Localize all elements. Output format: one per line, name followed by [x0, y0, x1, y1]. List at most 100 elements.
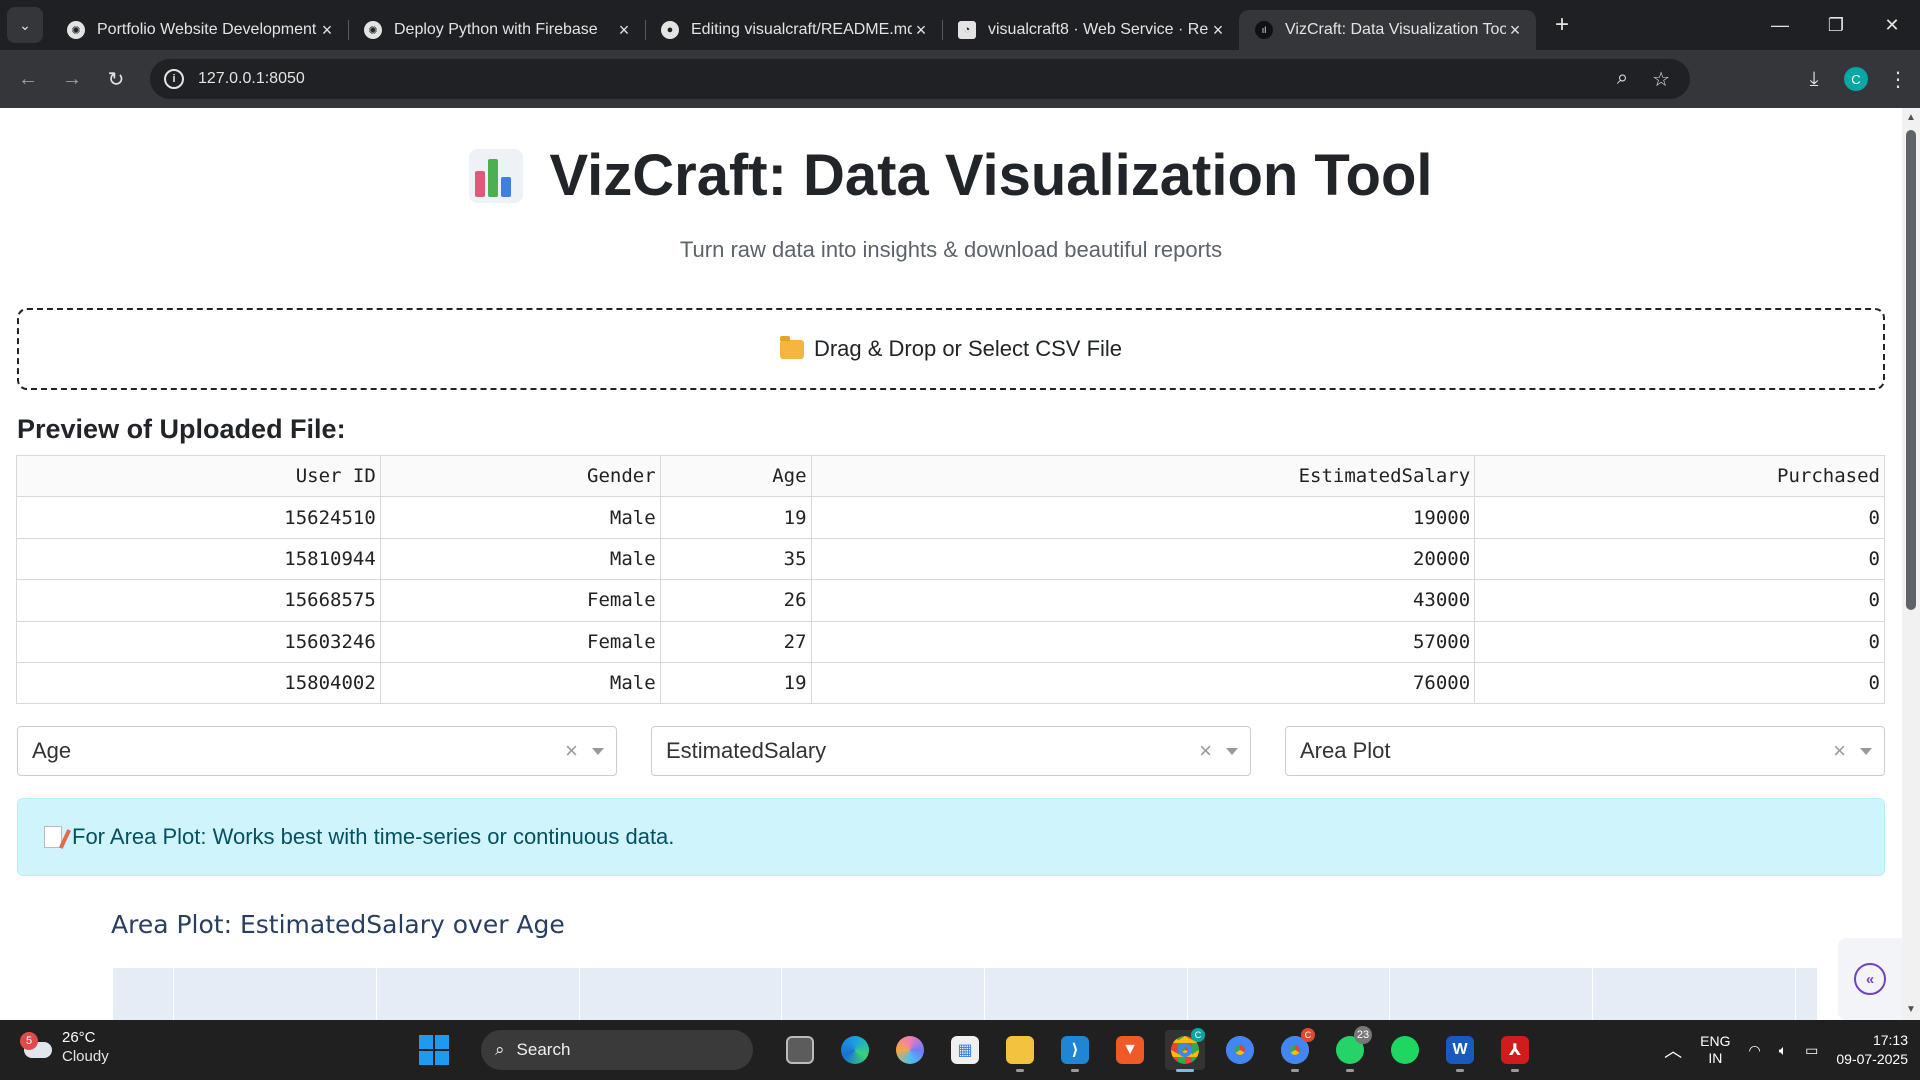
profile-avatar[interactable]: C: [1844, 67, 1868, 91]
close-tab-icon[interactable]: ×: [615, 20, 633, 41]
back-button[interactable]: ←: [6, 59, 50, 99]
url-text[interactable]: 127.0.0.1:8050: [198, 70, 305, 88]
file-explorer-button[interactable]: [1000, 1030, 1040, 1072]
close-window-button[interactable]: ✕: [1864, 0, 1920, 50]
clear-icon[interactable]: ×: [1833, 738, 1846, 764]
page-title-text: VizCraft: Data Visualization Tool: [549, 143, 1433, 208]
plot-title: Area Plot: EstimatedSalary over Age: [111, 910, 565, 939]
toolbar: ← → ↻ i 127.0.0.1:8050 ⌕ ☆ ⤓ C ⋮: [0, 50, 1920, 108]
page-scrollbar[interactable]: ▲ ▼: [1902, 108, 1920, 1020]
clock[interactable]: 17:13 09-07-2025: [1836, 1031, 1908, 1069]
preview-table: User ID Gender Age EstimatedSalary Purchased…: [16, 454, 1885, 705]
whatsapp-count: 23: [1354, 1026, 1372, 1044]
weather-condition: Cloudy: [62, 1048, 109, 1065]
tab-title: Deploy Python with Firebase: [394, 21, 598, 38]
word-button[interactable]: W: [1440, 1030, 1480, 1072]
table-cell: 0: [1474, 579, 1885, 622]
browser-tab[interactable]: ◔ visualcraft8 · Web Service · Ren ×: [942, 10, 1239, 50]
copilot-button[interactable]: [890, 1030, 930, 1070]
close-tab-icon[interactable]: ×: [318, 20, 336, 41]
brave-button[interactable]: ▼: [1110, 1030, 1150, 1070]
volume-icon[interactable]: 🔈︎: [1779, 1042, 1787, 1059]
column-header: Purchased: [1474, 454, 1885, 498]
sidebar-toggle-button[interactable]: «: [1838, 938, 1902, 1020]
chrome-button-active[interactable]: C: [1165, 1028, 1205, 1072]
table-cell: 27: [659, 620, 812, 663]
chrome-button-3[interactable]: C: [1275, 1028, 1315, 1072]
forward-button[interactable]: →: [50, 59, 94, 99]
scroll-up-icon[interactable]: ▲: [1902, 110, 1920, 126]
windows-icon: [419, 1035, 449, 1065]
whatsapp-button[interactable]: 23: [1330, 1026, 1372, 1072]
battery-icon[interactable]: ▭: [1805, 1042, 1818, 1059]
column-header: User ID: [16, 454, 381, 498]
weather-widget[interactable]: 5 26°C Cloudy: [20, 1028, 109, 1066]
window-controls: — ❐ ✕: [1752, 0, 1920, 50]
acrobat-icon: ⅄: [1501, 1036, 1529, 1064]
word-icon: W: [1446, 1036, 1474, 1064]
zoom-icon[interactable]: ⌕: [1617, 67, 1628, 92]
x-axis-dropdown[interactable]: Age ×: [17, 726, 617, 776]
new-tab-button[interactable]: +: [1544, 7, 1580, 43]
browser-tab[interactable]: ıl VizCraft: Data Visualization Tool ×: [1239, 10, 1536, 50]
acrobat-button[interactable]: ⅄: [1495, 1030, 1535, 1072]
chrome-icon: [1226, 1036, 1254, 1064]
caret-down-icon[interactable]: [1226, 748, 1238, 755]
chevron-up-icon[interactable]: ︿: [1664, 1037, 1682, 1063]
gridline: [1389, 968, 1390, 1020]
y-axis-dropdown[interactable]: EstimatedSalary ×: [651, 726, 1251, 776]
gridline: [1187, 968, 1188, 1020]
file-explorer-icon: [1006, 1036, 1034, 1064]
table-cell: 35: [659, 537, 812, 581]
y-axis-value: EstimatedSalary: [666, 738, 827, 763]
table-cell: 43000: [810, 579, 1476, 622]
task-view-icon: [786, 1036, 814, 1064]
clear-icon[interactable]: ×: [565, 738, 578, 764]
close-tab-icon[interactable]: ×: [1209, 20, 1227, 41]
language-indicator[interactable]: ENG IN: [1700, 1033, 1730, 1067]
tab-list: ✺ Portfolio Website Development × ✺ Deploy P…: [51, 0, 1536, 50]
store-button[interactable]: ▦: [945, 1030, 985, 1070]
close-tab-icon[interactable]: ×: [1506, 20, 1524, 41]
tab-search-button[interactable]: ⌄: [7, 7, 43, 43]
table-cell: 0: [1474, 620, 1885, 663]
spotify-button[interactable]: [1385, 1030, 1425, 1070]
system-tray: ︿ ENG IN ◠ 🔈︎ ▭ 17:13 09-07-2025: [1664, 1020, 1908, 1080]
reload-button[interactable]: ↻: [94, 59, 138, 99]
download-icon[interactable]: ⤓: [1802, 68, 1826, 91]
caret-down-icon[interactable]: [592, 748, 604, 755]
scrollbar-thumb[interactable]: [1906, 130, 1916, 610]
clock-date: 09-07-2025: [1836, 1051, 1908, 1067]
caret-down-icon[interactable]: [1860, 748, 1872, 755]
csv-upload-dropzone[interactable]: Drag & Drop or Select CSV File: [17, 308, 1885, 390]
edge-button[interactable]: [835, 1030, 875, 1070]
close-tab-icon[interactable]: ×: [912, 20, 930, 41]
task-view-button[interactable]: [780, 1030, 820, 1070]
taskbar-search[interactable]: ⌕ Search: [481, 1030, 753, 1070]
table-cell: 57000: [810, 620, 1476, 663]
plot-area[interactable]: [113, 968, 1817, 1020]
menu-kebab-icon[interactable]: ⋮: [1886, 67, 1910, 92]
vscode-button[interactable]: ⟩: [1055, 1030, 1095, 1072]
address-bar[interactable]: i 127.0.0.1:8050 ⌕ ☆: [150, 59, 1690, 99]
browser-tab[interactable]: ● Editing visualcraft/README.md ×: [645, 10, 942, 50]
restore-button[interactable]: ❐: [1808, 0, 1864, 50]
chart-type-dropdown[interactable]: Area Plot ×: [1285, 726, 1885, 776]
chrome-button-2[interactable]: [1220, 1030, 1260, 1070]
gridline: [376, 968, 377, 1020]
minimize-button[interactable]: —: [1752, 0, 1808, 50]
scroll-down-icon[interactable]: ▼: [1902, 1002, 1920, 1018]
clear-icon[interactable]: ×: [1199, 738, 1212, 764]
start-button[interactable]: [414, 1030, 454, 1070]
browser-tab[interactable]: ✺ Portfolio Website Development ×: [51, 10, 348, 50]
browser-tab[interactable]: ✺ Deploy Python with Firebase ×: [348, 10, 645, 50]
taskbar-search-label: Search: [516, 1040, 571, 1059]
bookmark-star-icon[interactable]: ☆: [1652, 67, 1670, 92]
copilot-icon: [896, 1036, 924, 1064]
column-header: Age: [659, 454, 812, 498]
wifi-icon[interactable]: ◠: [1749, 1042, 1761, 1059]
arrow-left-icon: ←: [18, 67, 38, 90]
tab-title: Editing visualcraft/README.md: [691, 21, 912, 38]
site-info-icon[interactable]: i: [164, 69, 184, 89]
language-code: ENG: [1700, 1033, 1731, 1049]
